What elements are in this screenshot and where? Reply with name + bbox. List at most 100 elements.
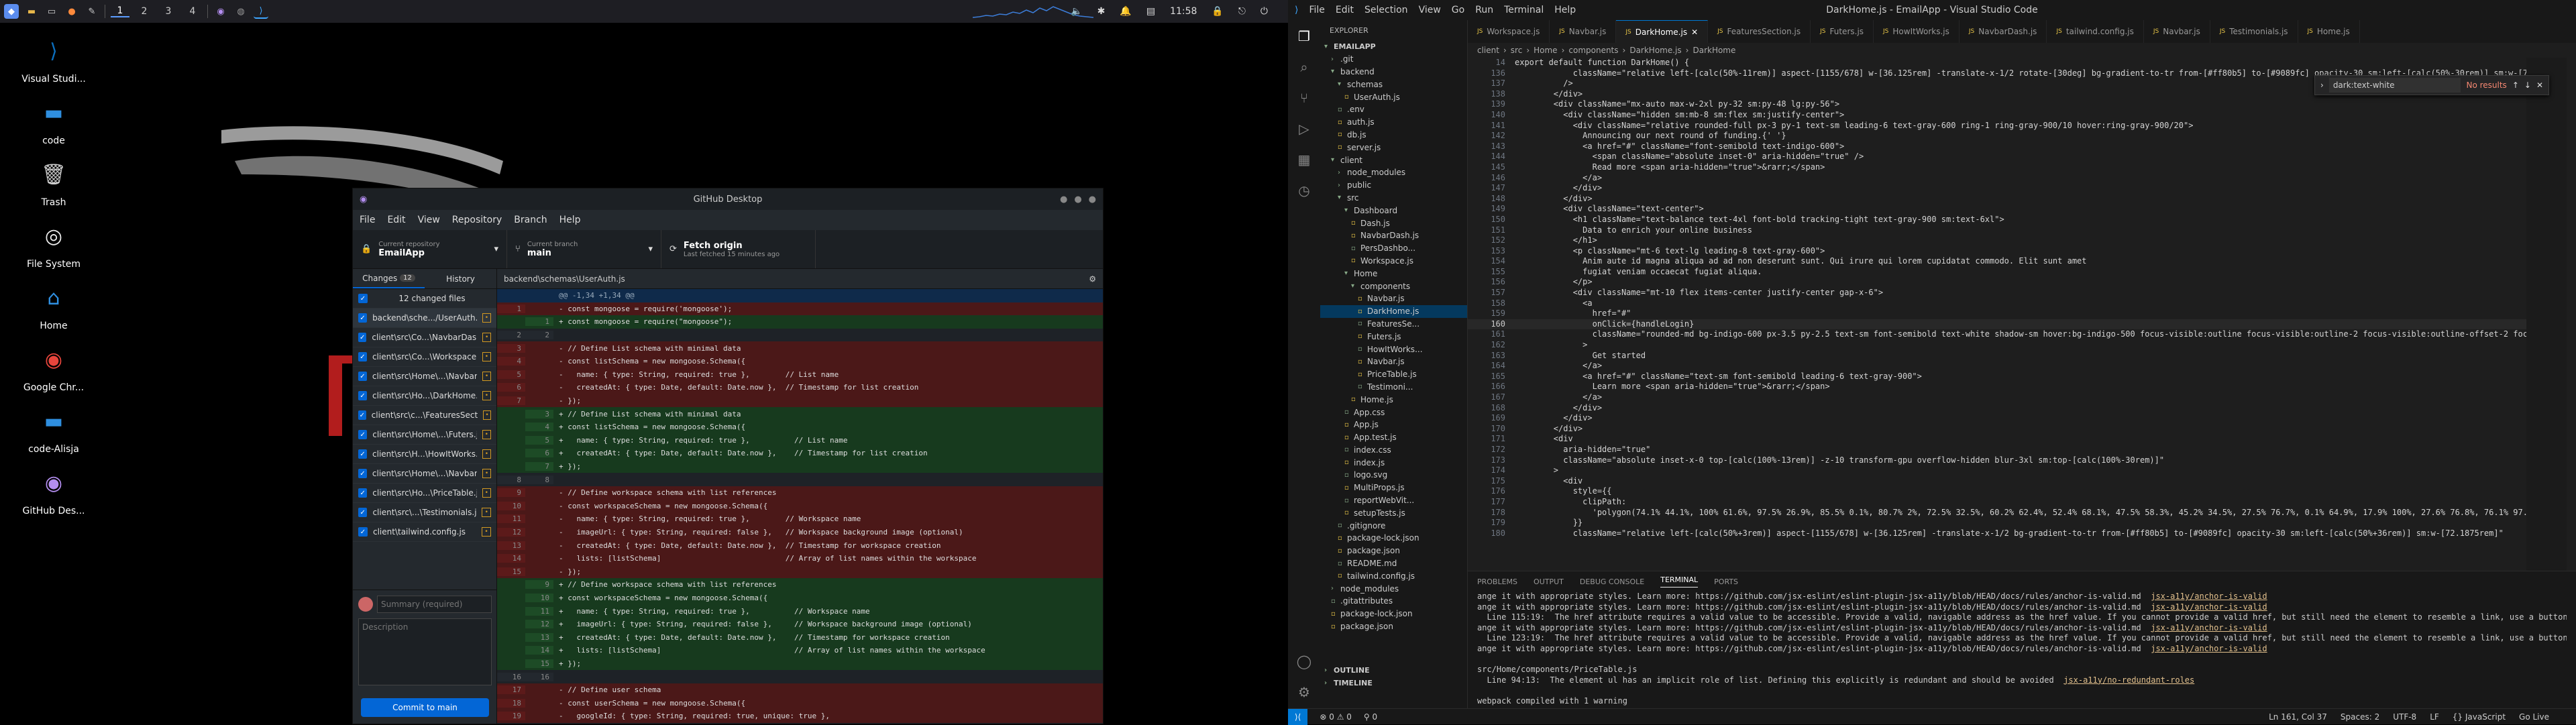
- menu-branch[interactable]: Branch: [514, 215, 547, 225]
- tree-item[interactable]: ▫ setupTests.js: [1320, 506, 1467, 519]
- tree-item[interactable]: ▫ MultiProps.js: [1320, 482, 1467, 494]
- minimize-icon[interactable]: ●: [1060, 194, 1067, 205]
- tree-item[interactable]: › node_modules: [1320, 166, 1467, 179]
- status-item[interactable]: Spaces: 2: [2341, 712, 2379, 722]
- problems-status[interactable]: ⊗ 0 ⚠ 0: [1320, 712, 1352, 722]
- changed-file-row[interactable]: ✓ client\src\Home\...\Navbar.js •: [353, 464, 496, 484]
- fetch-origin-button[interactable]: ⟳ Fetch origin Last fetched 15 minutes ag…: [661, 230, 816, 268]
- changed-file-row[interactable]: ✓ client\src\Home\...\Navbar.js •: [353, 367, 496, 386]
- tree-item[interactable]: ▫ .gitignore: [1320, 519, 1467, 532]
- desktop-icon[interactable]: 🗑 Trash: [13, 156, 94, 209]
- breadcrumb-item[interactable]: src: [1511, 46, 1523, 55]
- search-icon[interactable]: ⌕: [1300, 59, 1307, 75]
- outline-section[interactable]: › OUTLINE: [1320, 664, 1467, 677]
- editor-tab[interactable]: JS Navbar.js: [2144, 20, 2210, 43]
- commit-button[interactable]: Commit to main: [361, 698, 489, 717]
- tree-item[interactable]: ▫ README.md: [1320, 557, 1467, 570]
- menu-help[interactable]: Help: [559, 215, 581, 225]
- workspace-3[interactable]: 3: [159, 6, 178, 17]
- network-icon[interactable]: ▤: [1146, 6, 1155, 17]
- menu-repository[interactable]: Repository: [452, 215, 502, 225]
- clock[interactable]: 11:58: [1170, 6, 1197, 17]
- breadcrumb-item[interactable]: Home: [1534, 46, 1557, 55]
- panel-tab-problems[interactable]: PROBLEMS: [1477, 577, 1517, 586]
- menu-file[interactable]: File: [360, 215, 375, 225]
- tree-item[interactable]: ▫ PriceTable.js: [1320, 368, 1467, 381]
- changed-file-row[interactable]: ✓ client\tailwind.config.js •: [353, 522, 496, 542]
- commit-summary-input[interactable]: [377, 596, 492, 613]
- notifications-icon[interactable]: 🔔: [1120, 6, 1131, 17]
- lint-rule-link[interactable]: jsx-a11y/anchor-is-valid: [2151, 602, 2267, 612]
- desktop-icon[interactable]: ⟩ Visual Studi...: [13, 32, 94, 85]
- tree-item[interactable]: › node_modules: [1320, 582, 1467, 595]
- firefox-icon[interactable]: ●: [64, 4, 79, 19]
- tree-item[interactable]: ▾ client: [1320, 154, 1467, 166]
- checkbox-icon[interactable]: ✓: [358, 391, 368, 400]
- tree-item[interactable]: ▫ FeaturesSe...: [1320, 318, 1467, 331]
- status-item[interactable]: LF: [2430, 712, 2439, 722]
- tree-item[interactable]: ▫ package.json: [1320, 620, 1467, 633]
- tree-item[interactable]: ▫ Navbar.js: [1320, 292, 1467, 305]
- tree-item[interactable]: ▫ PersDashbo...: [1320, 242, 1467, 255]
- current-branch-button[interactable]: ⑂ Current branch main ▾: [507, 230, 661, 268]
- editor-icon[interactable]: ✎: [85, 4, 99, 19]
- close-icon[interactable]: ✕: [2536, 80, 2543, 90]
- explorer-project-root[interactable]: ▾ EMAILAPP: [1320, 40, 1467, 53]
- editor-tab[interactable]: JS Workspace.js: [1468, 20, 1550, 43]
- desktop-icon[interactable]: ◎ File System: [13, 217, 94, 270]
- status-item[interactable]: UTF-8: [2393, 712, 2416, 722]
- account-icon[interactable]: ◯: [1297, 653, 1311, 669]
- checkbox-icon[interactable]: ✓: [358, 352, 367, 361]
- tree-item[interactable]: ▾ Home: [1320, 267, 1467, 280]
- tree-item[interactable]: ▫ package.json: [1320, 545, 1467, 557]
- tree-item[interactable]: ▫ tailwind.config.js: [1320, 569, 1467, 582]
- checkbox-icon[interactable]: ✓: [358, 333, 367, 342]
- tree-item[interactable]: ▫ .env: [1320, 103, 1467, 116]
- tree-item[interactable]: ▾ schemas: [1320, 78, 1467, 91]
- breadcrumb-item[interactable]: client: [1477, 46, 1499, 55]
- lint-rule-link[interactable]: jsx-a11y/anchor-is-valid: [2151, 623, 2267, 632]
- panel-tab-debug-console[interactable]: DEBUG CONSOLE: [1580, 577, 1644, 586]
- tree-item[interactable]: ▫ App.js: [1320, 419, 1467, 431]
- commit-description-input[interactable]: [358, 618, 492, 685]
- arrow-up-icon[interactable]: ↑: [2512, 80, 2519, 90]
- github-desktop-task-icon[interactable]: ◉: [213, 4, 228, 19]
- workspace-2[interactable]: 2: [135, 6, 154, 17]
- tree-item[interactable]: ▫ index.js: [1320, 456, 1467, 469]
- maximize-icon[interactable]: ●: [1074, 194, 1081, 205]
- terminal-icon[interactable]: ▭: [44, 4, 59, 19]
- menu-view[interactable]: View: [1419, 5, 1441, 15]
- tree-item[interactable]: ▫ logo.svg: [1320, 469, 1467, 482]
- manage-gear-icon[interactable]: ⚙: [1298, 684, 1310, 700]
- menu-edit[interactable]: Edit: [1336, 5, 1354, 15]
- tab-changes[interactable]: Changes 12: [353, 269, 425, 288]
- workspace-4[interactable]: 4: [183, 6, 202, 17]
- status-item[interactable]: Go Live: [2519, 712, 2549, 722]
- changed-file-row[interactable]: ✓ client\src\Ho...\PriceTable.js •: [353, 484, 496, 503]
- changed-file-row[interactable]: ✓ client\src\c...\FeaturesSection.js •: [353, 406, 496, 425]
- close-icon[interactable]: ●: [1089, 194, 1096, 205]
- checkbox-icon[interactable]: ✓: [358, 372, 367, 381]
- changed-file-row[interactable]: ✓ backend\sche.../UserAuth.js •: [353, 309, 496, 328]
- chevron-right-icon[interactable]: ›: [2320, 80, 2324, 90]
- ports-status[interactable]: ⚲ 0: [1364, 712, 1377, 722]
- extensions-icon[interactable]: ▦: [1298, 152, 1311, 168]
- checkbox-icon[interactable]: ✓: [358, 430, 368, 439]
- checkbox-icon[interactable]: ✓: [358, 527, 368, 537]
- tree-item[interactable]: › public: [1320, 179, 1467, 192]
- close-icon[interactable]: ✕: [1691, 27, 1698, 37]
- arrow-down-icon[interactable]: ↓: [2524, 80, 2531, 90]
- tree-item[interactable]: ▫ HowItWorks...: [1320, 343, 1467, 355]
- desktop-icon[interactable]: ◉ Google Chr...: [13, 341, 94, 394]
- tab-history[interactable]: History: [425, 269, 496, 288]
- tree-item[interactable]: ▫ index.css: [1320, 444, 1467, 457]
- menu-edit[interactable]: Edit: [387, 215, 405, 225]
- changed-file-row[interactable]: ✓ client\src\Ho...\DarkHome.js •: [353, 386, 496, 406]
- tree-item[interactable]: ▫ NavbarDash.js: [1320, 229, 1467, 242]
- tree-item[interactable]: ▫ UserAuth.js: [1320, 91, 1467, 103]
- checkbox-icon[interactable]: ✓: [358, 313, 368, 323]
- status-item[interactable]: {} JavaScript: [2453, 712, 2506, 722]
- menu-selection[interactable]: Selection: [1364, 5, 1408, 15]
- current-repository-button[interactable]: 🔒 Current repository EmailApp ▾: [353, 230, 507, 268]
- tree-item[interactable]: ▾ components: [1320, 280, 1467, 292]
